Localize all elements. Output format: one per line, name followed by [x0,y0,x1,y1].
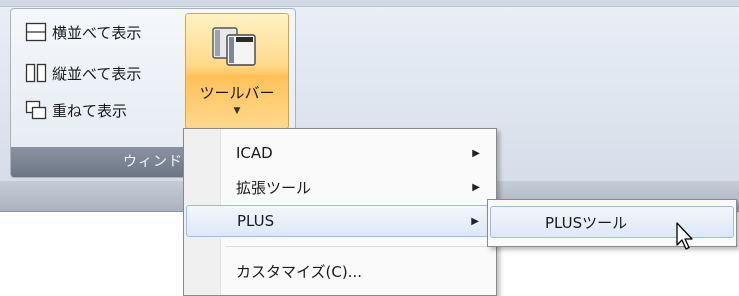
ribbon-top-edge [0,0,739,7]
chevron-down-icon: ▼ [233,106,241,116]
toolbar-menu: ICAD ▶ 拡張ツール ▶ PLUS ▶ カスタマイズ(C)... [183,128,497,296]
tile-horizontal-icon [25,22,47,42]
menu-item-icad[interactable]: ICAD ▶ [186,137,494,169]
toolbar-icon [210,24,262,72]
menu-item-label: カスタマイズ(C)... [236,262,363,281]
menu-item-label: ICAD [236,144,273,162]
cascade-label: 重ねて表示 [52,101,128,120]
tile-vertical-button[interactable]: 縦並べて表示 [25,60,141,86]
menu-item-plus[interactable]: PLUS ▶ [186,205,494,237]
menu-item-label: PLUS [237,212,275,230]
menu-item-customize[interactable]: カスタマイズ(C)... [186,255,494,287]
menu-item-plus-tools[interactable]: PLUSツール [490,206,734,238]
tile-horizontal-label: 横並べて表示 [52,23,142,42]
tile-horizontal-button[interactable]: 横並べて表示 [25,19,141,45]
cascade-button[interactable]: 重ねて表示 [25,97,127,123]
submenu-arrow-icon: ▶ [471,215,479,227]
menu-separator [226,246,492,247]
plus-submenu: PLUSツール [487,199,737,247]
mouse-cursor-icon [676,222,696,256]
menu-item-extended-tools[interactable]: 拡張ツール ▶ [186,171,494,203]
cascade-icon [25,100,47,120]
submenu-arrow-icon: ▶ [472,147,480,159]
submenu-arrow-icon: ▶ [472,181,480,193]
menu-item-label: PLUSツール [545,213,628,232]
toolbar-dropdown-button[interactable]: ツールバー ▼ [185,13,289,129]
toolbar-button-label: ツールバー [199,84,275,102]
menu-item-label: 拡張ツール [236,178,312,197]
tile-vertical-icon [25,63,47,83]
tile-vertical-label: 縦並べて表示 [52,64,142,83]
